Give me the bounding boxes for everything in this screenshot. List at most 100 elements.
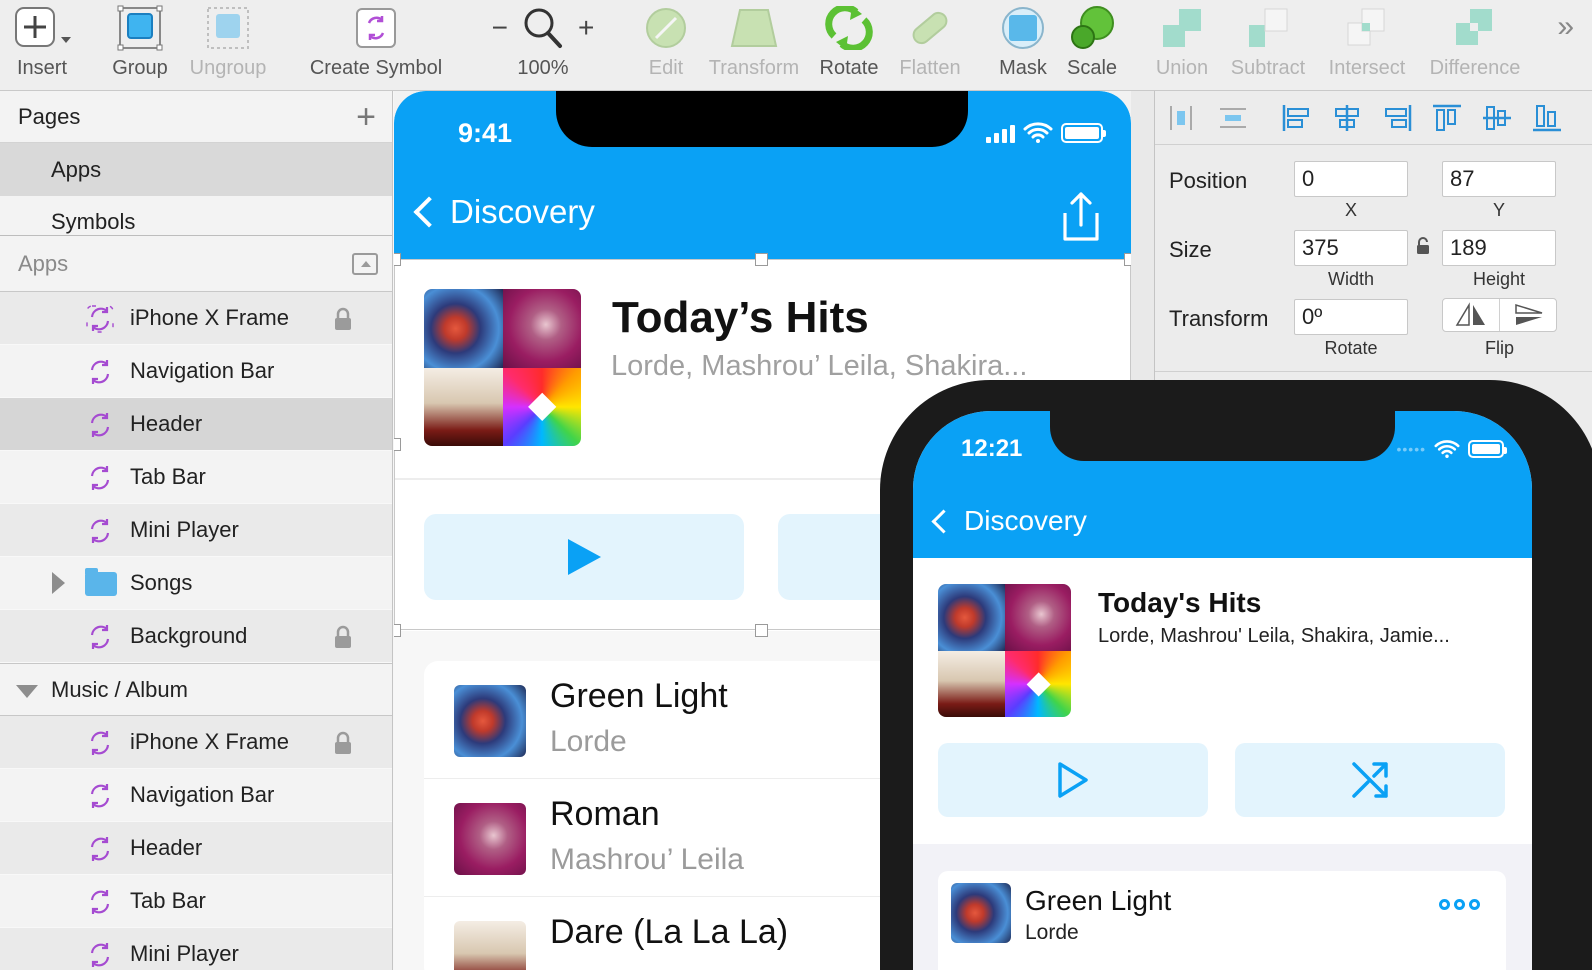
align-right-icon[interactable] xyxy=(1381,103,1413,133)
layers-sidebar: Pages + Apps Symbols Apps iPhone X Frame… xyxy=(0,91,393,970)
layer-row[interactable]: Background xyxy=(0,610,392,663)
ungroup-icon xyxy=(205,5,251,51)
align-left-icon[interactable] xyxy=(1281,103,1313,133)
layer-name: Mini Player xyxy=(130,941,239,966)
create-symbol-button[interactable]: Create Symbol xyxy=(304,0,448,91)
mirror-playlist-artists: Lorde, Mashrou' Leila, Shakira, Jamie... xyxy=(1098,625,1450,647)
union-icon xyxy=(1159,5,1205,51)
resize-handle[interactable] xyxy=(755,253,768,266)
transform-label: Transform xyxy=(1169,306,1269,331)
rotate-button[interactable]: Rotate xyxy=(816,0,882,91)
more-options-icon xyxy=(1439,899,1480,910)
mirror-status-time: 12:21 xyxy=(961,435,1023,462)
width-field[interactable]: 375 xyxy=(1294,230,1408,266)
resize-handle[interactable] xyxy=(394,624,401,637)
subtract-icon xyxy=(1245,5,1291,51)
resize-handle[interactable] xyxy=(755,624,768,637)
layer-row[interactable]: Mini Player xyxy=(0,928,392,970)
resize-handle[interactable] xyxy=(394,253,401,266)
flatten-label: Flatten xyxy=(899,57,961,79)
scale-button[interactable]: Scale xyxy=(1064,0,1120,91)
lock-icon[interactable] xyxy=(333,307,353,331)
flip-vertical-button[interactable] xyxy=(1500,299,1556,331)
y-label: Y xyxy=(1492,200,1505,220)
layer-row-selected[interactable]: Header xyxy=(0,398,392,451)
edit-label: Edit xyxy=(648,57,684,79)
insert-icon xyxy=(12,5,72,51)
layer-name: Header xyxy=(130,835,203,860)
scale-icon xyxy=(1069,5,1115,51)
artboard-name: Music / Album xyxy=(51,676,188,702)
distribute-horizontal-icon[interactable] xyxy=(1165,103,1197,133)
align-center-icon[interactable] xyxy=(1331,103,1363,133)
align-bottom-icon[interactable] xyxy=(1531,103,1563,133)
position-label: Position xyxy=(1169,168,1248,193)
resize-handle[interactable] xyxy=(1124,253,1131,266)
group-button[interactable]: Group xyxy=(108,0,172,91)
layer-row[interactable]: Tab Bar xyxy=(0,875,392,928)
mirror-status-icons: ••••• xyxy=(1396,439,1507,458)
navigation-bar[interactable]: 9:41 Discovery xyxy=(394,91,1131,259)
zoom-in-button[interactable]: + xyxy=(578,14,594,42)
page-item-symbols[interactable]: Symbols xyxy=(0,196,392,236)
y-position-field[interactable]: 87 xyxy=(1442,161,1556,197)
disclosure-arrow-icon[interactable] xyxy=(52,572,65,594)
chevron-left-icon xyxy=(931,508,956,534)
union-button[interactable]: Union xyxy=(1152,0,1212,91)
song-title: Dare (La La La) xyxy=(550,913,789,951)
mask-button[interactable]: Mask xyxy=(996,0,1050,91)
transform-button[interactable]: Transform xyxy=(704,0,804,91)
section-title: Apps xyxy=(18,250,69,276)
page-item-apps[interactable]: Apps xyxy=(0,143,392,196)
layer-row[interactable]: iPhone X Frame xyxy=(0,292,392,345)
layer-row[interactable]: Navigation Bar xyxy=(0,345,392,398)
add-page-icon[interactable]: + xyxy=(356,100,376,134)
layer-row[interactable]: iPhone X Frame xyxy=(0,716,392,769)
layer-row[interactable]: Tab Bar xyxy=(0,451,392,504)
lock-icon[interactable] xyxy=(333,731,353,755)
subtract-label: Subtract xyxy=(1230,57,1306,79)
flatten-button[interactable]: Flatten xyxy=(894,0,966,91)
insert-button[interactable]: Insert xyxy=(10,0,74,91)
x-position-field[interactable]: 0 xyxy=(1294,161,1408,197)
layer-row[interactable]: Header xyxy=(0,822,392,875)
constrain-proportions-lock-icon[interactable] xyxy=(1416,237,1430,255)
disclosure-arrow-icon[interactable] xyxy=(16,685,38,698)
difference-button[interactable]: Difference xyxy=(1424,0,1526,91)
resize-handle[interactable] xyxy=(394,438,401,451)
align-middle-icon[interactable] xyxy=(1481,103,1513,133)
layer-name: Tab Bar xyxy=(130,888,206,913)
intersect-button[interactable]: Intersect xyxy=(1322,0,1412,91)
align-top-icon[interactable] xyxy=(1431,103,1463,133)
flip-horizontal-button[interactable] xyxy=(1443,299,1500,331)
back-button[interactable]: Discovery xyxy=(410,193,595,231)
layer-row[interactable]: Mini Player xyxy=(0,504,392,557)
symbol-icon xyxy=(90,360,110,384)
zoom-control[interactable]: − + 100% xyxy=(490,0,596,91)
edit-button[interactable]: Edit xyxy=(640,0,692,91)
height-label: Height xyxy=(1472,269,1526,289)
group-icon xyxy=(117,5,163,51)
rotate-label: Rotate xyxy=(1324,338,1378,358)
distribute-vertical-icon[interactable] xyxy=(1217,103,1249,133)
artboard-group-row[interactable]: Music / Album xyxy=(0,663,392,716)
symbol-icon xyxy=(90,519,110,543)
layer-row[interactable]: Navigation Bar xyxy=(0,769,392,822)
collapse-artboard-icon[interactable] xyxy=(352,252,378,275)
zoom-out-button[interactable]: − xyxy=(492,14,508,42)
folder-icon xyxy=(85,568,117,596)
share-icon[interactable] xyxy=(1061,191,1101,243)
layer-name: Navigation Bar xyxy=(130,782,275,807)
symbol-icon xyxy=(90,837,110,861)
subtract-button[interactable]: Subtract xyxy=(1226,0,1310,91)
transform-label: Transform xyxy=(708,57,800,79)
toolbar-overflow-chevron-icon[interactable]: » xyxy=(1557,10,1574,44)
mirror-navigation-bar: 12:21 ••••• Discovery xyxy=(913,411,1532,558)
lock-icon[interactable] xyxy=(333,625,353,649)
symbol-icon xyxy=(90,625,110,649)
layer-row-folder[interactable]: Songs xyxy=(0,557,392,610)
ungroup-button[interactable]: Ungroup xyxy=(184,0,272,91)
height-field[interactable]: 189 xyxy=(1442,230,1556,266)
layer-name: Navigation Bar xyxy=(130,358,275,383)
rotate-field[interactable]: 0º xyxy=(1294,299,1408,335)
